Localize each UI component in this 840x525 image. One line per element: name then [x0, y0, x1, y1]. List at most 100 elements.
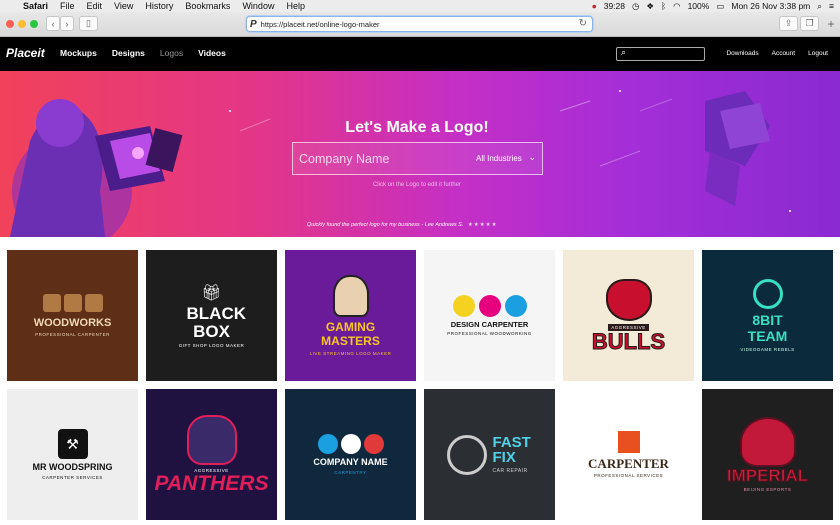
hero-hint: Click on the Logo to edit it further: [372, 182, 462, 188]
account-nav: Downloads Account Logout: [726, 50, 828, 57]
menu-bookmarks[interactable]: Bookmarks: [185, 1, 230, 11]
dragon-icon: [739, 417, 796, 467]
logo-subtitle: CAR REPAIR: [492, 468, 528, 474]
hero-banner: Let's Make a Logo! Company Name All Indu…: [0, 71, 840, 237]
clock-icon[interactable]: ◷: [632, 1, 639, 12]
logo-subtitle: VIDEOGAME REBELS: [740, 346, 795, 352]
new-tab-button[interactable]: +: [824, 17, 838, 31]
company-name-placeholder: Company Name: [299, 152, 390, 166]
logo-subtitle: PROFESSIONAL CARPENTER: [35, 332, 110, 337]
nav-mockups[interactable]: Mockups: [60, 48, 97, 58]
company-name-input[interactable]: Company Name All Industries ⌄: [292, 142, 543, 175]
sidebar-button[interactable]: ▯: [79, 16, 98, 31]
notification-icon[interactable]: ≡: [829, 1, 834, 11]
battery-icon[interactable]: ▭: [716, 1, 724, 12]
wrestler-icon: [332, 275, 369, 318]
saw-icon: [617, 431, 640, 453]
hero-title: Let's Make a Logo!: [345, 119, 489, 136]
dropbox-icon[interactable]: ❖: [646, 1, 654, 12]
zoom-window-icon[interactable]: [30, 20, 38, 28]
logo-title: MR WOODSPRING: [32, 462, 113, 472]
logo-title: BLACK BOX: [186, 303, 247, 341]
logo-title: FAST FIX: [492, 434, 531, 466]
share-button[interactable]: ⇪: [779, 16, 798, 31]
forward-button[interactable]: ›: [60, 16, 74, 31]
logo-subtitle: CARPENTER SERVICES: [42, 475, 103, 480]
speedometer-icon: [446, 434, 487, 475]
logo-subtitle: PROFESSIONAL SERVICES: [593, 473, 664, 478]
logo-subtitle: GIFT SHOP LOGO MAKER: [178, 343, 245, 349]
nav-logout[interactable]: Logout: [808, 50, 828, 57]
chevron-down-icon[interactable]: ⌄: [528, 152, 536, 163]
bluetooth-icon[interactable]: ᛒ: [661, 1, 666, 11]
logo-title: 8BIT TEAM: [747, 312, 788, 344]
menu-history[interactable]: History: [145, 1, 173, 11]
controller-icon: [752, 279, 783, 310]
logo-subtitle: BEIJING ESPORTS: [743, 487, 792, 492]
main-nav: Mockups Designs Logos Videos: [60, 48, 226, 58]
site-logo[interactable]: Placeit: [6, 46, 45, 60]
close-window-icon[interactable]: [6, 20, 14, 28]
testimonial-text: Quickly found the perfect logo for my bu…: [307, 222, 464, 228]
wifi-icon[interactable]: ◠: [673, 1, 680, 12]
hammer-icon: ⚒: [57, 429, 88, 459]
logo-card-imperial[interactable]: IMPERIAL BEIJING ESPORTS: [702, 389, 833, 520]
tools-icon: [42, 294, 103, 312]
logo-subtitle: LIVE STREAMING LOGO MAKER: [309, 350, 392, 356]
bull-icon: [605, 278, 652, 321]
tools-icon: [452, 294, 527, 317]
logo-card-panthers[interactable]: AGGRESSIVE PANTHERS: [146, 389, 277, 520]
address-bar[interactable]: P https://placeit.net/online-logo-maker …: [246, 16, 593, 32]
logo-title: PANTHERS: [154, 472, 269, 495]
tools-icon: [317, 434, 384, 454]
minimize-window-icon[interactable]: [18, 20, 26, 28]
logo-title: CARPENTER: [588, 456, 669, 471]
logo-card-bulls[interactable]: AGGRESSIVE BULLS: [563, 250, 694, 381]
logo-title: WOODWORKS: [33, 317, 112, 329]
gift-icon: 🎁︎: [201, 284, 222, 302]
logo-card-black-box[interactable]: 🎁︎ BLACK BOX GIFT SHOP LOGO MAKER: [146, 250, 277, 381]
industry-select[interactable]: All Industries: [476, 154, 522, 163]
battery-text: 100%: [687, 1, 710, 11]
menu-view[interactable]: View: [114, 1, 133, 11]
logo-card-fast-fix[interactable]: FAST FIX CAR REPAIR: [424, 389, 555, 520]
logo-card-8bit-team[interactable]: 8BIT TEAM VIDEOGAME REBELS: [702, 250, 833, 381]
logo-card-gaming-masters[interactable]: GAMING MASTERS LIVE STREAMING LOGO MAKER: [285, 250, 416, 381]
site-navbar: Placeit Mockups Designs Logos Videos ⌕ D…: [0, 37, 840, 71]
logo-lockup: FAST FIX CAR REPAIR: [446, 434, 533, 475]
nav-videos[interactable]: Videos: [198, 48, 226, 58]
logo-card-mr-woodspring[interactable]: ⚒ MR WOODSPRING CARPENTER SERVICES: [7, 389, 138, 520]
menu-window[interactable]: Window: [242, 1, 274, 11]
logo-card-company-name[interactable]: COMPANY NAME CARPENTRY: [285, 389, 416, 520]
logo-title: IMPERIAL: [726, 466, 809, 485]
logo-title: BULLS: [591, 328, 666, 354]
timer-text: 39:28: [603, 1, 625, 11]
reload-icon[interactable]: ↻: [579, 18, 587, 29]
logo-card-carpenter[interactable]: CARPENTER PROFESSIONAL SERVICES: [563, 389, 694, 520]
search-icon: ⌕: [621, 47, 627, 57]
nav-logos[interactable]: Logos: [160, 48, 183, 58]
logo-grid: WOODWORKS PROFESSIONAL CARPENTER 🎁︎ BLAC…: [0, 237, 840, 525]
site-search-input[interactable]: ⌕: [616, 47, 705, 61]
tabs-button[interactable]: ❐: [800, 16, 819, 31]
url-text[interactable]: https://placeit.net/online-logo-maker: [261, 20, 380, 29]
logo-card-woodworks[interactable]: WOODWORKS PROFESSIONAL CARPENTER: [7, 250, 138, 381]
spotlight-icon[interactable]: ⌕: [817, 1, 822, 12]
menu-app[interactable]: Safari: [23, 1, 48, 11]
nav-account[interactable]: Account: [772, 50, 796, 57]
browser-toolbar: ‹ › ▯ P https://placeit.net/online-logo-…: [0, 12, 840, 37]
menu-help[interactable]: Help: [286, 1, 305, 11]
datetime-text[interactable]: Mon 26 Nov 3:38 pm: [731, 1, 810, 11]
testimonial: Quickly found the perfect logo for my bu…: [307, 222, 498, 228]
site-favicon: P: [250, 18, 257, 30]
back-button[interactable]: ‹: [46, 16, 60, 31]
nav-downloads[interactable]: Downloads: [726, 50, 758, 57]
record-icon[interactable]: ●: [592, 1, 597, 11]
system-menubar: Safari File Edit View History Bookmarks …: [0, 0, 840, 12]
logo-card-design-carpenter[interactable]: DESIGN CARPENTER PROFESSIONAL WOODWORKIN…: [424, 250, 555, 381]
status-area: ● 39:28 ◷ ❖ ᛒ ◠ 100% ▭ Mon 26 Nov 3:38 p…: [592, 0, 834, 12]
menu-edit[interactable]: Edit: [87, 1, 103, 11]
nav-designs[interactable]: Designs: [112, 48, 145, 58]
logo-title: DESIGN CARPENTER: [450, 319, 529, 329]
menu-file[interactable]: File: [60, 1, 75, 11]
